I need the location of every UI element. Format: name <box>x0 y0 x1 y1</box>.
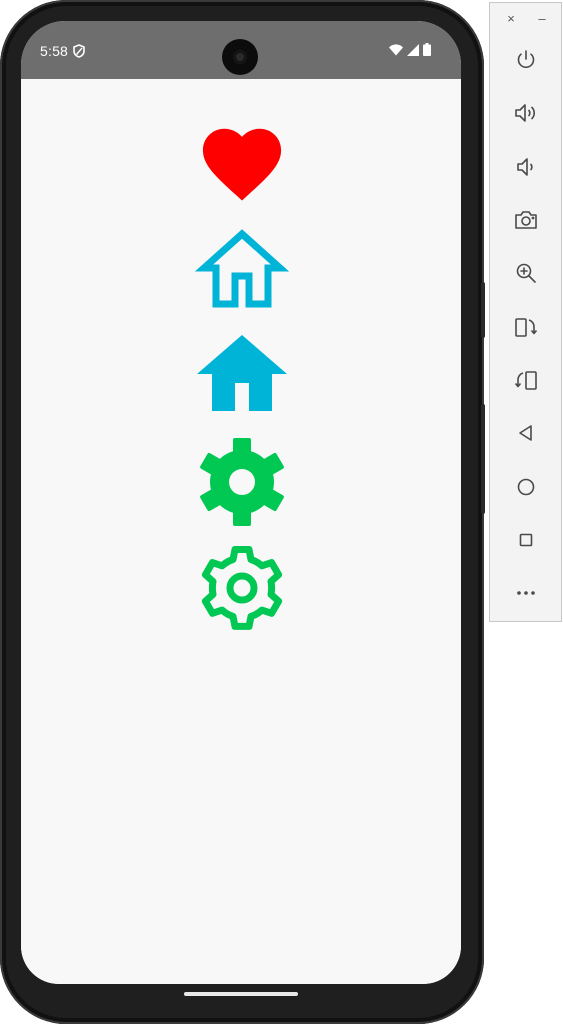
gesture-home-bar[interactable] <box>184 992 298 996</box>
front-camera <box>222 39 258 75</box>
camera-lens <box>233 50 247 64</box>
app-content <box>21 79 461 984</box>
power-icon[interactable] <box>512 46 540 74</box>
minimize-button[interactable]: – <box>531 9 553 29</box>
zoom-icon[interactable] <box>512 259 540 287</box>
wifi-icon <box>389 43 403 61</box>
phone-volume-button <box>481 404 485 514</box>
home-outlined-icon <box>195 229 289 308</box>
phone-frame: 5:58 <box>0 0 485 1024</box>
home-filled-icon <box>197 335 287 411</box>
shield-icon <box>73 44 85 63</box>
battery-icon <box>423 43 431 61</box>
cell-signal-icon <box>407 43 419 61</box>
status-indicators <box>389 43 431 61</box>
settings-outlined-icon <box>201 546 283 630</box>
settings-filled-icon <box>200 438 284 526</box>
status-bar: 5:58 <box>21 21 461 79</box>
rotate-right-icon[interactable] <box>512 366 540 394</box>
emulator-toolbar: × – <box>489 2 562 622</box>
more-icon[interactable] <box>512 579 540 607</box>
camera-icon[interactable] <box>512 206 540 234</box>
volume-up-icon[interactable] <box>512 99 540 127</box>
status-time: 5:58 <box>40 43 69 59</box>
overview-icon[interactable] <box>512 526 540 554</box>
rotate-left-icon[interactable] <box>512 313 540 341</box>
home-icon[interactable] <box>512 473 540 501</box>
heart-filled-icon <box>202 128 282 201</box>
phone-screen: 5:58 <box>21 21 461 984</box>
volume-down-icon[interactable] <box>512 153 540 181</box>
emulator-window: 5:58 × – <box>0 0 563 1024</box>
close-button[interactable]: × <box>500 9 522 29</box>
phone-power-button <box>481 282 485 338</box>
back-icon[interactable] <box>512 419 540 447</box>
